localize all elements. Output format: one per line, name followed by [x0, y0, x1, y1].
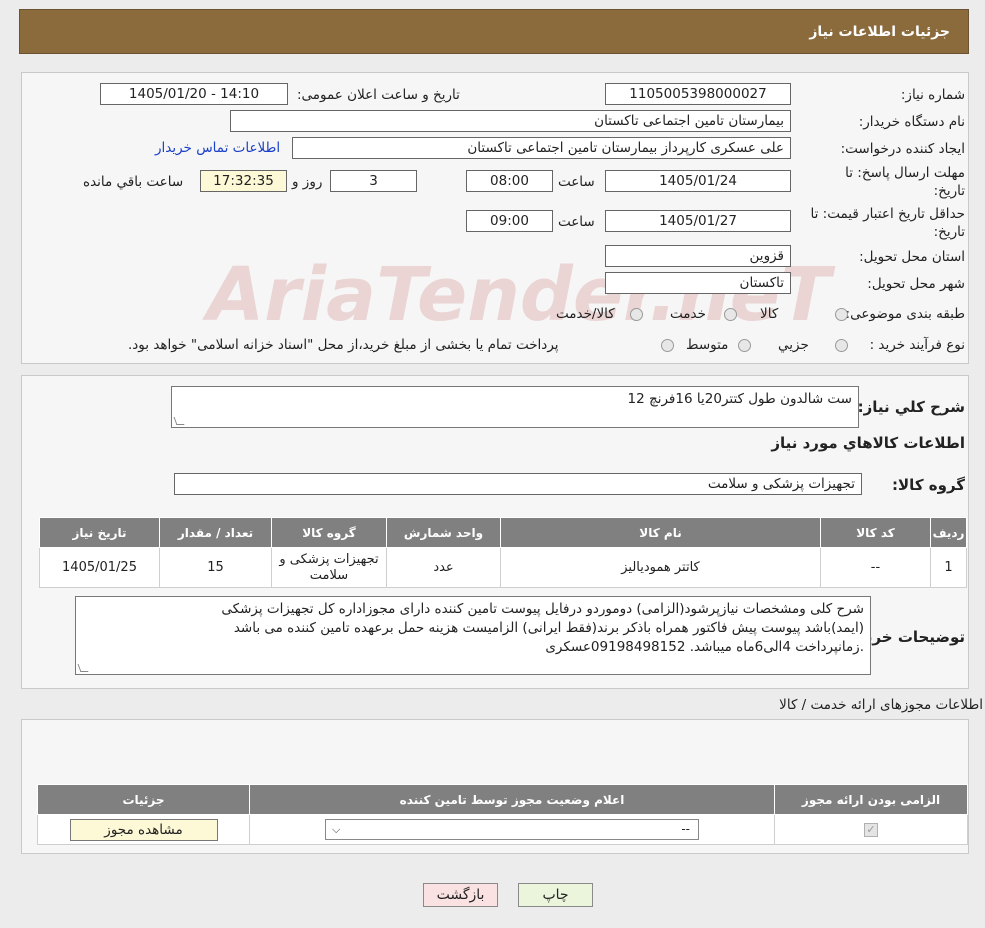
- col-goods-group: گروه کالا: [271, 517, 387, 548]
- permit-required-checkbox[interactable]: ✓: [864, 823, 878, 837]
- back-button[interactable]: بازگشت: [423, 883, 498, 907]
- process-option-medium: متوسط: [686, 337, 729, 353]
- page-header: جزئیات اطلاعات نیاز: [19, 9, 969, 54]
- goods-table-header-row: ردیف کد کالا نام کالا واحد شمارش گروه کا…: [39, 517, 967, 548]
- cell-quantity: 15: [159, 547, 272, 588]
- creator-field: علی عسکری کارپرداز بیمارستان تامین اجتما…: [292, 137, 791, 159]
- cell-goods-group: تجهیزات پزشکی و سلامت: [271, 547, 387, 588]
- category-label: طبقه بندی موضوعی:: [845, 306, 965, 322]
- permits-header-row: الزامی بودن ارائه مجوز اعلام وضعیت مجوز …: [37, 784, 968, 815]
- permit-status-select[interactable]: ⌵ --: [325, 819, 699, 840]
- remaining-label: ساعت باقي مانده: [83, 174, 184, 190]
- deadline-time-field: 08:00: [466, 170, 553, 192]
- cell-permit-details: مشاهده مجوز: [37, 814, 250, 845]
- col-unit: واحد شمارش: [386, 517, 501, 548]
- col-permit-status: اعلام وضعیت مجوز توسط تامین کننده: [249, 784, 775, 815]
- province-label: استان محل تحویل:: [859, 249, 965, 265]
- col-row-number: ردیف: [930, 517, 967, 548]
- col-goods-code: کد کالا: [820, 517, 931, 548]
- validity-time-field: 09:00: [466, 210, 553, 232]
- col-goods-name: نام کالا: [500, 517, 821, 548]
- process-radio-treasury[interactable]: [661, 339, 674, 352]
- deadline-time-label: ساعت: [558, 174, 595, 190]
- buyer-org-field: بیمارستان تامین اجتماعی تاکستان: [230, 110, 791, 132]
- remaining-time-field: 17:32:35: [200, 170, 287, 192]
- days-label: روز و: [292, 174, 323, 190]
- col-permit-details: جزئیات: [37, 784, 250, 815]
- table-row: ✓ ⌵ -- مشاهده مجوز: [37, 814, 968, 845]
- creator-label: ایجاد کننده درخواست:: [840, 141, 965, 157]
- process-radio-minor[interactable]: [835, 339, 848, 352]
- permits-title: اطلاعات مجوزهای ارائه خدمت / کالا: [779, 697, 983, 713]
- province-field: قزوین: [605, 245, 791, 267]
- goods-group-label: گروه کالا:: [892, 476, 965, 494]
- chevron-down-icon: ⌵: [332, 823, 341, 836]
- page-title: جزئیات اطلاعات نیاز: [809, 23, 950, 40]
- resize-grip-icon[interactable]: [77, 664, 89, 672]
- general-desc-field: ست شالدون طول کتتر20یا 16فرنچ 12: [171, 386, 859, 428]
- resize-grip-icon[interactable]: [173, 417, 185, 425]
- col-quantity: تعداد / مقدار: [159, 517, 272, 548]
- cell-need-date: 1405/01/25: [39, 547, 160, 588]
- validity-label: حداقل تاریخ اعتبار قیمت: تا: [810, 206, 965, 222]
- table-row: 1 -- کاتتر همودیالیز عدد تجهیزات پزشکی و…: [39, 547, 967, 588]
- category-radio-goods[interactable]: [835, 308, 848, 321]
- cell-goods-name: کاتتر همودیالیز: [500, 547, 821, 588]
- goods-table: ردیف کد کالا نام کالا واحد شمارش گروه کا…: [39, 517, 967, 588]
- deadline-date-field: 1405/01/24: [605, 170, 791, 192]
- need-number-field: 1105005398000027: [605, 83, 791, 105]
- buyer-notes-field: شرح کلی ومشخصات نیازپرشود(الزامی) دومورد…: [75, 596, 871, 675]
- process-radio-medium[interactable]: [738, 339, 751, 352]
- category-radio-service[interactable]: [724, 308, 737, 321]
- cell-goods-code: --: [820, 547, 931, 588]
- buyer-notes-line-3: .زمانپرداخت 4الی6ماه میباشد. 09198498152…: [545, 639, 864, 655]
- validity-date-field: 1405/01/27: [605, 210, 791, 232]
- goods-group-field: تجهیزات پزشکی و سلامت: [174, 473, 862, 495]
- general-desc-label: شرح کلي نیاز:: [857, 398, 965, 416]
- permits-table: الزامی بودن ارائه مجوز اعلام وضعیت مجوز …: [37, 784, 968, 845]
- deadline-label-date: تاریخ:: [933, 183, 965, 199]
- buyer-notes-line-2: (ایمد)باشد پیوست پیش فاکتور همراه باذکر …: [233, 620, 864, 636]
- deadline-label: مهلت ارسال پاسخ: تا: [845, 165, 965, 181]
- buyer-contact-link[interactable]: اطلاعات تماس خریدار: [155, 140, 280, 156]
- city-field: تاکستان: [605, 272, 791, 294]
- permit-status-value: --: [681, 822, 690, 836]
- col-permit-required: الزامی بودن ارائه مجوز: [774, 784, 968, 815]
- col-need-date: تاریخ نیاز: [39, 517, 160, 548]
- process-option-minor: جزیي: [778, 337, 809, 353]
- goods-info-title: اطلاعات کالاهاي مورد نیاز: [771, 434, 965, 452]
- validity-time-label: ساعت: [558, 214, 595, 230]
- category-option-goods-service: کالا/خدمت: [556, 306, 615, 322]
- announce-field: 1405/01/20 - 14:10: [100, 83, 288, 105]
- category-radio-goods-service[interactable]: [630, 308, 643, 321]
- process-label: نوع فرآیند خرید :: [869, 337, 965, 353]
- category-option-goods: کالا: [760, 306, 779, 322]
- general-desc-text: ست شالدون طول کتتر20یا 16فرنچ 12: [627, 391, 852, 407]
- buyer-org-label: نام دستگاه خریدار:: [858, 114, 965, 130]
- cell-permit-status: ⌵ --: [249, 814, 775, 845]
- buyer-notes-line-1: شرح کلی ومشخصات نیازپرشود(الزامی) دومورد…: [221, 601, 864, 617]
- cell-permit-required: ✓: [774, 814, 968, 845]
- validity-label-date: تاریخ:: [933, 224, 965, 240]
- category-option-service: خدمت: [670, 306, 706, 322]
- days-field: 3: [330, 170, 417, 192]
- city-label: شهر محل تحویل:: [867, 276, 965, 292]
- cell-row-number: 1: [930, 547, 967, 588]
- announce-label: تاریخ و ساعت اعلان عمومی:: [297, 87, 460, 103]
- process-note: پرداخت تمام یا بخشی از مبلغ خرید،از محل …: [128, 337, 559, 353]
- cell-unit: عدد: [386, 547, 501, 588]
- need-number-label: شماره نیاز:: [900, 87, 965, 103]
- print-button[interactable]: چاپ: [518, 883, 593, 907]
- view-permit-button[interactable]: مشاهده مجوز: [69, 818, 218, 841]
